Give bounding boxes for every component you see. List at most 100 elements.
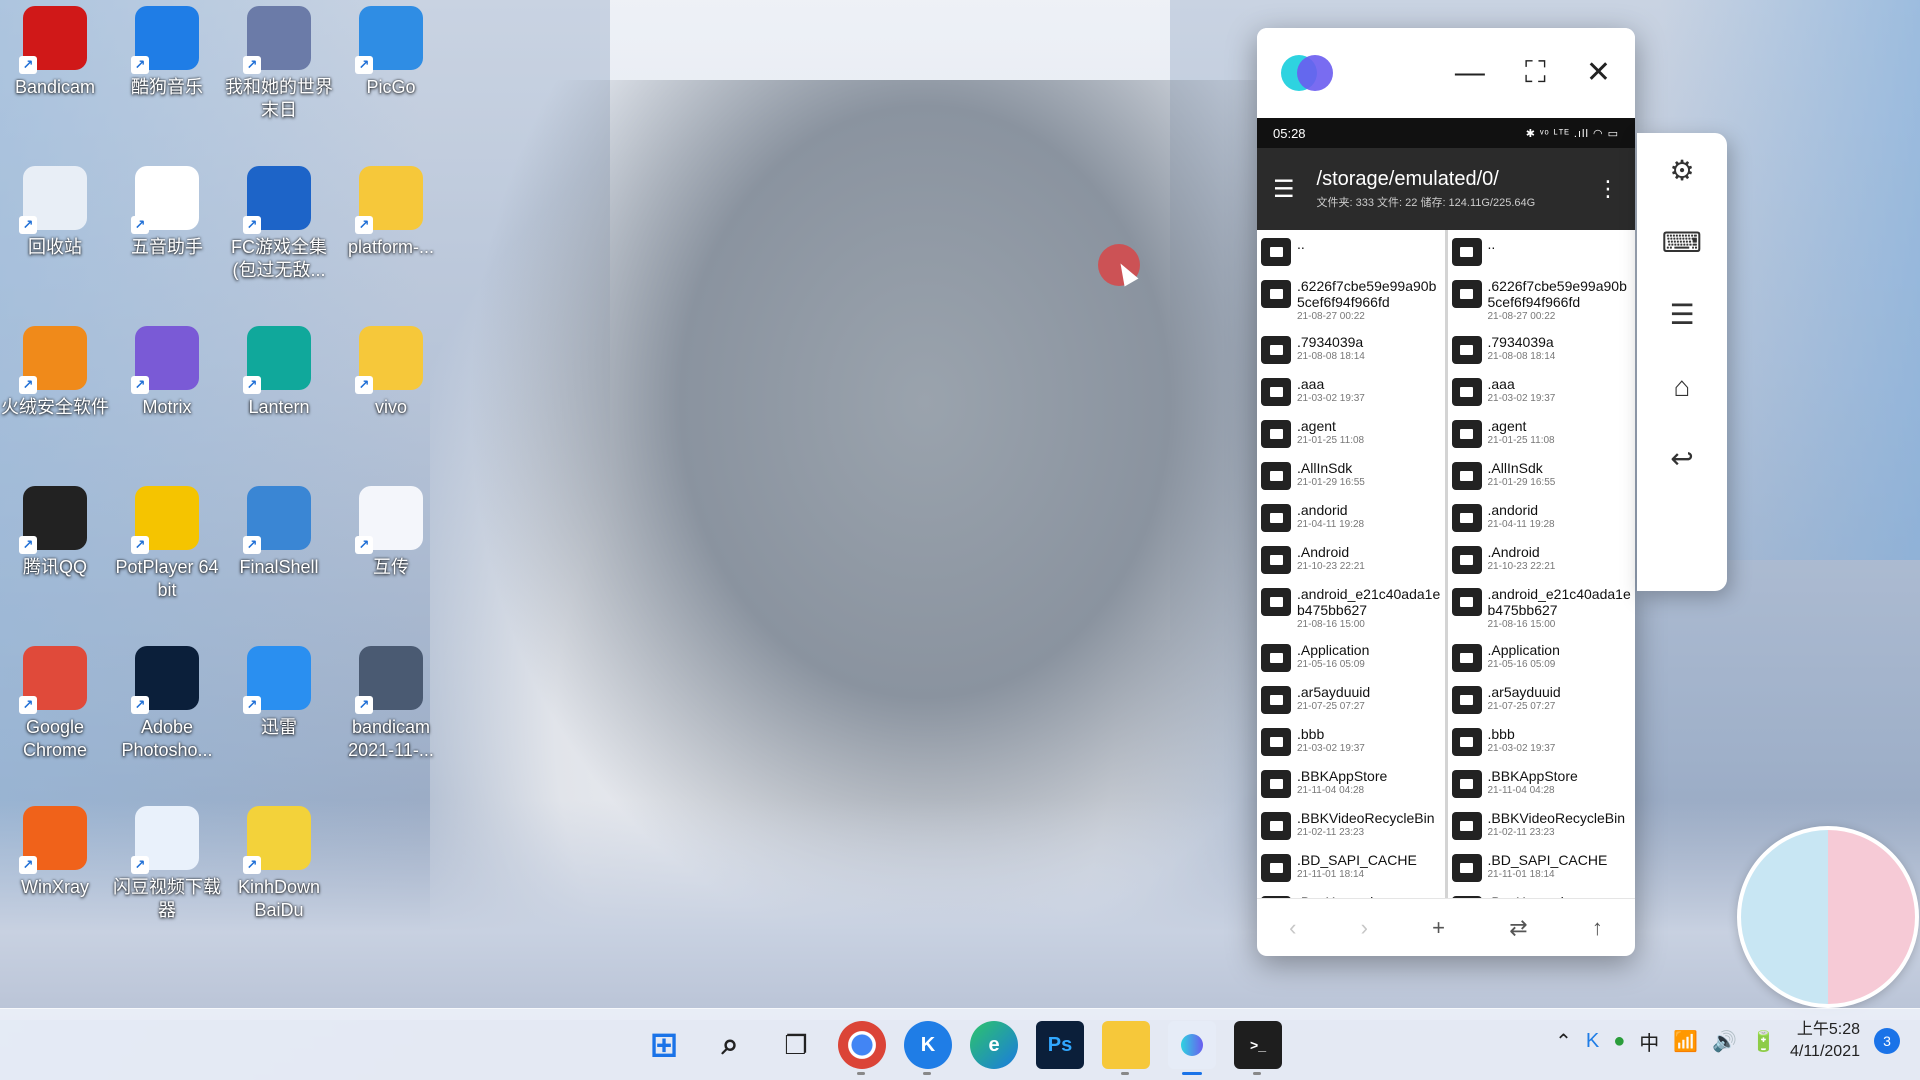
desktop-icon[interactable]: ↗ Bandicam [0, 6, 110, 99]
folder-row[interactable]: .BBKVideoRecycleBin 21-02-11 23:23 [1448, 804, 1636, 846]
desktop-icon[interactable]: ↗ 闪豆视频下载器 [112, 806, 222, 922]
folder-row[interactable]: .andorid 21-04-11 19:28 [1257, 496, 1445, 538]
more-options-icon[interactable]: ⋮ [1597, 176, 1619, 202]
folder-row[interactable]: .ar5ayduuid 21-07-25 07:27 [1257, 678, 1445, 720]
fullscreen-icon[interactable]: ⛶ [1525, 58, 1546, 88]
menu-icon[interactable]: ☰ [1669, 301, 1694, 329]
folder-row[interactable]: .7934039a 21-08-08 18:14 [1448, 328, 1636, 370]
search-icon[interactable]: ⌕ [706, 1021, 754, 1069]
desktop-icon[interactable]: ↗ 迅雷 [224, 646, 334, 739]
folder-row[interactable]: .BugXposed [1448, 888, 1636, 898]
folder-row[interactable]: .agent 21-01-25 11:08 [1257, 412, 1445, 454]
back-icon[interactable]: ↩ [1670, 445, 1693, 473]
desktop-icon[interactable]: ↗ Motrix [112, 326, 222, 419]
file-explorer-taskbar-icon[interactable] [1102, 1021, 1150, 1075]
terminal-taskbar-icon[interactable]: >_ [1234, 1021, 1282, 1075]
start-button[interactable]: ⊞ [640, 1021, 688, 1069]
kugou-taskbar-icon[interactable]: K [904, 1021, 952, 1075]
folder-row[interactable]: .BBKAppStore 21-11-04 04:28 [1257, 762, 1445, 804]
folder-row[interactable]: .7934039a 21-08-08 18:14 [1257, 328, 1445, 370]
winxray-icon: ↗ [19, 806, 87, 874]
folder-row[interactable]: .6226f7cbe59e99a90b5cef6f94f966fd 21-08-2… [1257, 272, 1445, 328]
folder-row[interactable]: .android_e21c40ada1eb475bb627 21-08-16 15… [1448, 580, 1636, 636]
folder-row[interactable]: .bbb 21-03-02 19:37 [1257, 720, 1445, 762]
folder-row[interactable]: .android_e21c40ada1eb475bb627 21-08-16 15… [1257, 580, 1445, 636]
battery-icon[interactable]: 🔋 [1751, 1029, 1776, 1054]
desktop-icon[interactable]: ↗ KinhDown BaiDu [224, 806, 334, 922]
status-green-dot-icon[interactable]: ● [1613, 1030, 1625, 1053]
folder-row[interactable]: .Application 21-05-16 05:09 [1448, 636, 1636, 678]
minimize-icon[interactable]: — [1455, 58, 1485, 88]
wifi-icon[interactable]: 📶 [1673, 1029, 1698, 1054]
desktop-icon[interactable]: ↗ PotPlayer 64 bit [112, 486, 222, 602]
desktop-icon[interactable]: ↗ Google Chrome [0, 646, 110, 762]
desktop-icon[interactable]: ↗ 腾讯QQ [0, 486, 110, 579]
desktop-icon[interactable]: ↗ 互传 [336, 486, 446, 579]
home-icon[interactable]: ⌂ [1674, 373, 1691, 401]
file-pane-left[interactable]: .. .6226f7cbe59e99a90b5cef6f94f966fd 21-08… [1257, 230, 1448, 898]
notification-badge[interactable]: 3 [1874, 1028, 1900, 1054]
desktop-icon[interactable]: ↗ bandicam 2021-11-... [336, 646, 446, 762]
desktop-icon[interactable]: ↗ PicGo [336, 6, 446, 99]
folder-row[interactable]: .andorid 21-04-11 19:28 [1448, 496, 1636, 538]
desktop-icon-label: 回收站 [28, 237, 82, 257]
file-pane-right[interactable]: .. .6226f7cbe59e99a90b5cef6f94f966fd 21-08… [1448, 230, 1636, 898]
folder-row[interactable]: .agent 21-01-25 11:08 [1448, 412, 1636, 454]
folder-row[interactable]: .BBKVideoRecycleBin 21-02-11 23:23 [1257, 804, 1445, 846]
forward-arrow-icon[interactable]: › [1361, 915, 1368, 941]
desktop-icon[interactable]: ↗ FC游戏全集(包过无敌... [224, 166, 334, 282]
folder-date: 21-02-11 23:23 [1487, 827, 1555, 838]
folder-row[interactable]: .AllInSdk 21-01-29 16:55 [1257, 454, 1445, 496]
up-directory-icon[interactable]: ↑ [1592, 915, 1603, 941]
desktop-icon[interactable]: ↗ 五音助手 [112, 166, 222, 259]
volume-icon[interactable]: 🔊 [1712, 1029, 1737, 1054]
folder-row[interactable]: .aaa 21-03-02 19:37 [1448, 370, 1636, 412]
mirror-titlebar[interactable]: — ⛶ ✕ [1257, 28, 1635, 118]
keyboard-icon[interactable]: ⌨ [1662, 229, 1702, 257]
desktop-icon[interactable]: ↗ 火绒安全软件 [0, 326, 110, 419]
folder-row[interactable]: .BD_SAPI_CACHE 21-11-01 18:14 [1257, 846, 1445, 888]
folder-row[interactable]: .bbb 21-03-02 19:37 [1448, 720, 1636, 762]
ime-indicator[interactable]: 中 [1639, 1027, 1659, 1056]
swap-panes-icon[interactable]: ⇄ [1509, 915, 1527, 941]
folder-icon [1451, 896, 1482, 898]
photoshop-taskbar-icon[interactable]: Ps [1036, 1021, 1084, 1069]
desktop-icon[interactable]: ↗ 酷狗音乐 [112, 6, 222, 99]
chrome-taskbar-icon[interactable] [838, 1021, 886, 1075]
desktop-icon[interactable]: ↗ Lantern [224, 326, 334, 419]
desktop-icon[interactable]: ↗ 回收站 [0, 166, 110, 259]
clock[interactable]: 上午5:28 4/11/2021 [1790, 1019, 1860, 1063]
folder-row[interactable]: .Android 21-10-23 22:21 [1257, 538, 1445, 580]
phone-mirror-window[interactable]: — ⛶ ✕ 05:28 ✱ ᵛᵒ ᴸᵀᴱ .ıll ◠ ▭ ☰ /storage… [1257, 28, 1635, 956]
folder-row[interactable]: .. [1448, 230, 1636, 272]
folder-row[interactable]: .6226f7cbe59e99a90b5cef6f94f966fd 21-08-2… [1448, 272, 1636, 328]
desktop-icon[interactable]: ↗ vivo [336, 326, 446, 419]
desktop-icon[interactable]: ↗ platform-... [336, 166, 446, 259]
folder-row[interactable]: .BD_SAPI_CACHE 21-11-01 18:14 [1448, 846, 1636, 888]
folder-row[interactable]: .AllInSdk 21-01-29 16:55 [1448, 454, 1636, 496]
folder-row[interactable]: .aaa 21-03-02 19:37 [1257, 370, 1445, 412]
hu-chuan-taskbar-icon[interactable] [1168, 1021, 1216, 1075]
huorong-icon: ↗ [19, 326, 87, 394]
close-icon[interactable]: ✕ [1586, 58, 1611, 88]
folder-row[interactable]: .ar5ayduuid 21-07-25 07:27 [1448, 678, 1636, 720]
add-icon[interactable]: + [1432, 915, 1445, 941]
folder-row[interactable]: .. [1257, 230, 1445, 272]
kugou-tray-icon[interactable]: K [1586, 1030, 1599, 1053]
desktop-icon[interactable]: ↗ FinalShell [224, 486, 334, 579]
folder-row[interactable]: .Application 21-05-16 05:09 [1257, 636, 1445, 678]
desktop-icon[interactable]: ↗ Adobe Photosho... [112, 646, 222, 762]
folder-row[interactable]: .Android 21-10-23 22:21 [1448, 538, 1636, 580]
folder-row[interactable]: .BugXposed [1257, 888, 1445, 898]
desktop-icon[interactable]: ↗ WinXray [0, 806, 110, 899]
floating-assistant-ball[interactable] [1737, 826, 1919, 1008]
desktop-icon[interactable]: ↗ 我和她的世界末日 [224, 6, 334, 122]
back-arrow-icon[interactable]: ‹ [1289, 915, 1296, 941]
chevron-up-icon[interactable]: ⌃ [1555, 1029, 1572, 1054]
folder-row[interactable]: .BBKAppStore 21-11-04 04:28 [1448, 762, 1636, 804]
hamburger-menu-icon[interactable]: ☰ [1273, 175, 1295, 204]
edge-taskbar-icon[interactable]: e [970, 1021, 1018, 1069]
folder-date: 21-11-01 18:14 [1487, 869, 1555, 880]
task-view-icon[interactable]: ❐ [772, 1021, 820, 1069]
settings-icon[interactable]: ⚙ [1669, 157, 1694, 185]
